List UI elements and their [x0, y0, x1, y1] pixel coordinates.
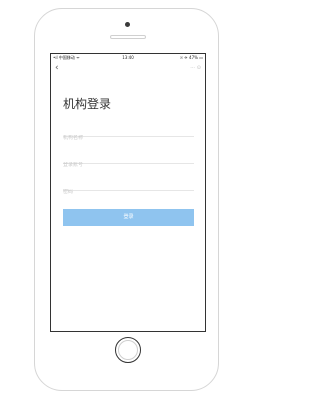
org-name-input[interactable] — [63, 135, 194, 141]
home-button-ring — [118, 340, 138, 360]
status-bar: •ıl 中国移动 ᯤ 13:40 ☉ ✈ 47% ▭ — [51, 54, 205, 62]
status-battery: ☉ ✈ 47% ▭ — [179, 55, 203, 60]
speaker-grille — [110, 35, 146, 39]
account-field — [63, 151, 194, 168]
page-title: 机构登录 — [63, 97, 112, 111]
nav-bar: ‹ ⋯ ⊙ — [51, 63, 205, 75]
org-name-field — [63, 124, 194, 141]
login-button[interactable]: 登录 — [63, 209, 194, 226]
home-button[interactable] — [115, 337, 141, 363]
password-input[interactable] — [63, 189, 194, 195]
camera-icon — [125, 22, 130, 27]
password-field — [63, 178, 194, 195]
phone-screen: •ıl 中国移动 ᯤ 13:40 ☉ ✈ 47% ▭ ‹ ⋯ ⊙ 机构登录 登录 — [50, 53, 206, 332]
account-input[interactable] — [63, 162, 194, 168]
nav-more-icons[interactable]: ⋯ ⊙ — [190, 65, 201, 71]
chevron-left-icon[interactable]: ‹ — [55, 64, 59, 73]
